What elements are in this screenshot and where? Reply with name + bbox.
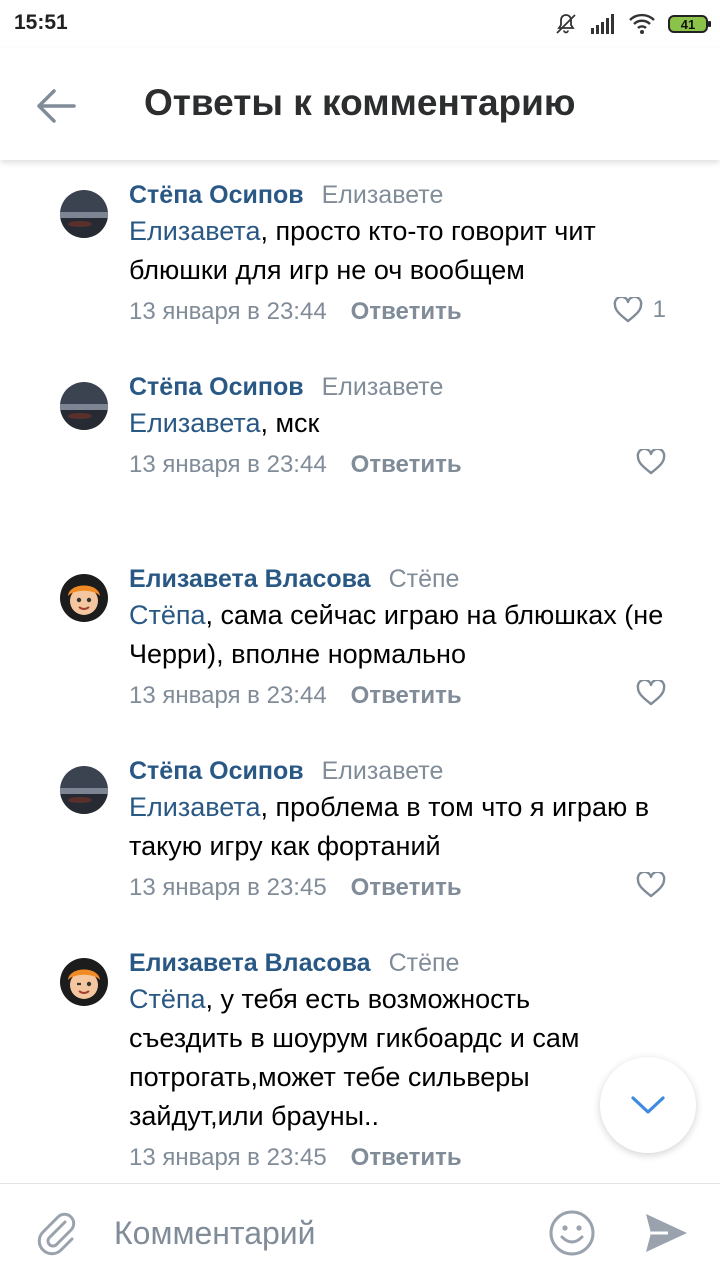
like-button[interactable] — [636, 872, 666, 898]
comment-input[interactable] — [112, 1204, 536, 1262]
comment-meta: Елизавета Власова Стёпе — [129, 554, 696, 594]
reply-button[interactable]: Ответить — [351, 1144, 462, 1172]
wifi-icon — [629, 13, 655, 34]
avatar[interactable] — [60, 382, 108, 430]
comment-text: Елизавета, мск — [129, 404, 696, 443]
back-arrow-icon[interactable] — [32, 82, 80, 130]
status-icons: 41 — [554, 10, 711, 38]
reply-to: Елизавете — [321, 757, 444, 785]
mention-link[interactable]: Стёпа — [129, 600, 206, 630]
author-name[interactable]: Стёпа Осипов — [129, 181, 304, 210]
comment-date: 13 января в 23:45 — [129, 874, 327, 901]
avatar[interactable] — [60, 958, 108, 1006]
reply-button[interactable]: Ответить — [351, 451, 462, 479]
heart-icon — [636, 680, 666, 706]
signal-icon — [591, 14, 614, 34]
comment-footer: 13 января в 23:45 Ответить — [129, 1138, 696, 1178]
like-button[interactable] — [636, 680, 666, 706]
avatar[interactable] — [60, 190, 108, 238]
reply-to: Елизавете — [321, 373, 444, 401]
comment-text: Елизавета, просто кто-то говорит чит блю… — [129, 212, 696, 290]
reply-button[interactable]: Ответить — [351, 298, 462, 326]
like-button[interactable] — [636, 449, 666, 475]
battery-level: 41 — [680, 16, 696, 32]
paperclip-icon[interactable] — [34, 1210, 80, 1256]
comment-item: Стёпа Осипов Елизавете Елизавета, просто… — [0, 170, 720, 362]
reply-button[interactable]: Ответить — [351, 682, 462, 710]
comment-body: , мск — [260, 408, 320, 438]
comment-composer — [0, 1183, 720, 1281]
comment-text: Елизавета, проблема в том что я играю в … — [129, 788, 696, 866]
comment-item: Стёпа Осипов Елизавете Елизавета, мск 13… — [0, 362, 720, 554]
reply-to: Стёпе — [388, 565, 460, 593]
comment-meta: Стёпа Осипов Елизавете — [129, 362, 696, 402]
comment-date: 13 января в 23:45 — [129, 1144, 327, 1171]
page-title: Ответы к комментарию — [144, 82, 576, 123]
author-name[interactable]: Стёпа Осипов — [129, 373, 304, 402]
scroll-down-button[interactable] — [600, 1057, 696, 1153]
author-name[interactable]: Елизавета Власова — [129, 565, 371, 594]
heart-icon — [613, 297, 642, 323]
comment-footer: 13 января в 23:45 Ответить — [129, 868, 696, 908]
comment-date: 13 января в 23:44 — [129, 682, 327, 709]
chevron-down-icon — [631, 1096, 665, 1114]
comment-footer: 13 января в 23:44 Ответить — [129, 445, 696, 485]
author-name[interactable]: Елизавета Власова — [129, 949, 371, 978]
comment-item: Елизавета Власова Стёпе Стёпа, у тебя ес… — [0, 938, 720, 1178]
author-name[interactable]: Стёпа Осипов — [129, 757, 304, 786]
avatar[interactable] — [60, 766, 108, 814]
heart-icon — [636, 449, 666, 475]
like-count: 1 — [652, 296, 666, 323]
comment-date: 13 января в 23:44 — [129, 298, 327, 325]
comment-text: Стёпа, сама сейчас играю на блюшках (не … — [129, 596, 696, 674]
mention-link[interactable]: Елизавета — [129, 408, 260, 438]
heart-icon — [636, 872, 666, 898]
reply-to: Стёпе — [388, 949, 460, 977]
comment-list: Стёпа Осипов Елизавете Елизавета, просто… — [0, 170, 720, 1178]
comment-item: Елизавета Власова Стёпе Стёпа, сама сейч… — [0, 554, 720, 746]
comment-body: , сама сейчас играю на блюшках (не Черри… — [129, 600, 664, 669]
mute-notifications-icon — [556, 14, 576, 34]
comment-footer: 13 января в 23:44 Ответить 1 — [129, 292, 696, 332]
header: Ответы к комментарию — [0, 48, 720, 160]
avatar[interactable] — [60, 574, 108, 622]
mention-link[interactable]: Елизавета — [129, 216, 260, 246]
comment-meta: Елизавета Власова Стёпе — [129, 938, 696, 978]
like-button[interactable]: 1 — [613, 296, 666, 324]
battery-icon: 41 — [668, 15, 711, 33]
mention-link[interactable]: Елизавета — [129, 792, 260, 822]
emoji-icon[interactable] — [548, 1209, 596, 1257]
reply-button[interactable]: Ответить — [351, 874, 462, 902]
mention-link[interactable]: Стёпа — [129, 984, 206, 1014]
status-time: 15:51 — [14, 11, 68, 34]
send-icon[interactable] — [642, 1210, 690, 1256]
comment-item: Стёпа Осипов Елизавете Елизавета, пробле… — [0, 746, 720, 938]
reply-to: Елизавете — [321, 181, 444, 209]
status-bar: 15:51 41 — [0, 0, 720, 48]
comment-date: 13 января в 23:44 — [129, 451, 327, 478]
comment-meta: Стёпа Осипов Елизавете — [129, 746, 696, 786]
comment-meta: Стёпа Осипов Елизавете — [129, 170, 696, 210]
comment-footer: 13 января в 23:44 Ответить — [129, 676, 696, 716]
